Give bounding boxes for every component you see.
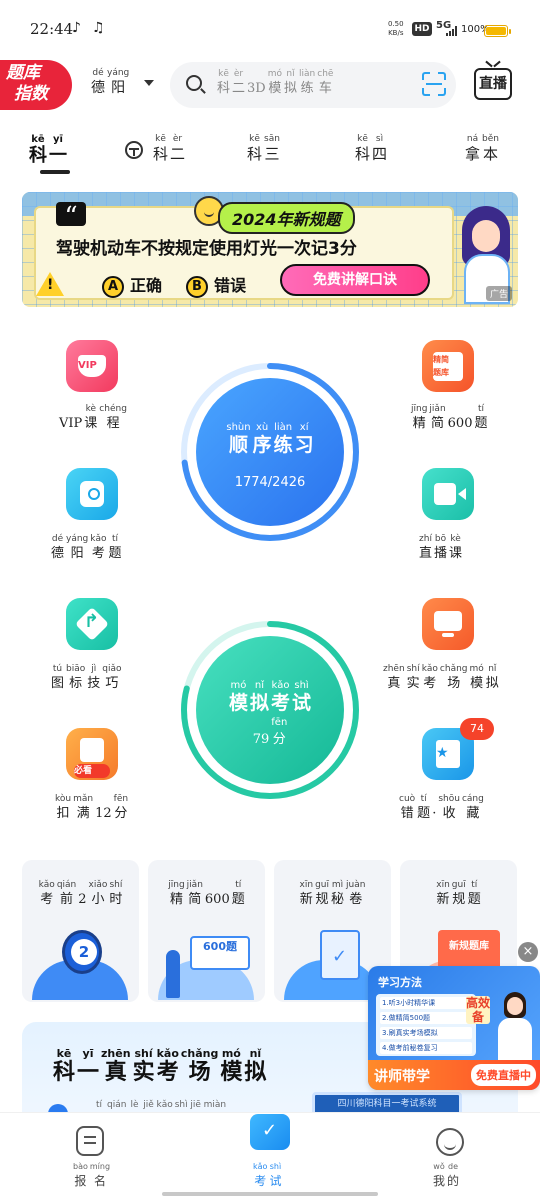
nav-register[interactable]: bào 报 míng 名 (72, 1161, 111, 1190)
vip-course-label[interactable]: VIP kè 课 chéng 程 (58, 404, 128, 433)
banner-tag: 2024年新规题 (218, 202, 355, 234)
exam-paper-illustration (284, 930, 380, 1000)
location-pin-icon[interactable] (66, 468, 118, 520)
music-note-icon: ♪ (72, 20, 81, 36)
exam-folder-icon[interactable] (250, 1114, 290, 1150)
home-indicator (162, 1192, 378, 1196)
checklist-icon[interactable]: 必看 (66, 728, 118, 780)
status-bar: 22:44 ♪ ♫ 0.50 KB/s HD 5G 100% (0, 0, 540, 60)
floating-promo[interactable]: 学习方法 1.听3小时精华课 2.做精简500题 3.刷真实考场模拟 4.做考前… (368, 966, 540, 1090)
app-screen: 22:44 ♪ ♫ 0.50 KB/s HD 5G 100% 题库 指数 dé 德… (0, 0, 540, 1200)
signal-icon (446, 26, 457, 36)
city-char: dé 德 (91, 68, 105, 96)
logo-line1: 题库 (6, 63, 40, 83)
search-input[interactable]: kē 科 èr 二 3D mó 模 nǐ 拟 liàn 练 chē 车 (170, 62, 456, 108)
tab-get-license[interactable]: ná 拿 běn 本 (464, 134, 500, 163)
vip-icon[interactable] (66, 340, 118, 392)
promo-step: 4.做考前秘卷复习 (380, 1042, 472, 1054)
nav-exam[interactable]: kǎo 考 shì 试 (252, 1161, 282, 1190)
video-camera-icon[interactable] (422, 468, 474, 520)
promo-live-button[interactable]: 免费直播中 (471, 1064, 536, 1086)
register-form-icon[interactable] (76, 1126, 104, 1156)
card-title: kǎo 考 qián 前 2 xiǎo 小 shí 时 (38, 880, 123, 907)
promo-step: 3.刷真实考场模拟 (380, 1027, 472, 1039)
steering-wheel-icon (125, 141, 143, 159)
monitor-icon[interactable] (422, 598, 474, 650)
profile-smile-icon[interactable] (436, 1128, 464, 1156)
subject-tabs: kē 科 yī 一 kē 科 èr 二 kē 科 sān 三 kē 科 sì 四 ná 拿 běn 本 (0, 134, 540, 174)
tiktok-icon: ♫ (92, 20, 105, 36)
wrong-count-badge: 74 (460, 718, 494, 740)
net-speed: 0.50 KB/s (388, 20, 404, 38)
net-speed-value: 0.50 (388, 20, 404, 28)
tab-subject-1[interactable]: kē 科 yī 一 (28, 134, 68, 167)
tab-subject-2[interactable]: kē 科 èr 二 (152, 134, 186, 163)
tab-subject-4[interactable]: kē 科 sì 四 (354, 134, 388, 163)
real-exam-sim-label[interactable]: zhēn 真 shí 实 kǎo 考 chǎng 场 mó 模 nǐ 拟 (382, 664, 500, 693)
deduct-12-label[interactable]: kòu 扣 mǎn 满 12 fēn 分 (54, 794, 129, 823)
net-speed-unit: KB/s (388, 29, 404, 37)
free-explain-button[interactable]: 免费讲解口诀 (280, 264, 430, 296)
logo-line2: 指数 (14, 84, 48, 104)
ad-tag: 广告 (485, 286, 512, 301)
promo-banner[interactable]: “ 2024年新规题 驾驶机动车不按规定使用灯光一次记3分 A正确 B错误 免费… (22, 192, 518, 307)
hd-badge: HD (412, 22, 432, 36)
card-title: jīng 精 jiǎn 简 600 tí 题 (168, 880, 245, 907)
city-char: yáng 阳 (107, 68, 130, 96)
close-icon[interactable]: × (518, 942, 538, 962)
chevron-down-icon (144, 80, 154, 86)
promo-steps: 1.听3小时精华课 2.做精简500题 3.刷真实考场模拟 4.做考前秘卷复习 (376, 994, 476, 1056)
card-2h-before-exam[interactable]: kǎo 考 qián 前 2 xiǎo 小 shí 时 (22, 860, 139, 1002)
sequential-practice-button[interactable]: shùn 顺 xù 序 liàn 练 xí 习 1774/2426 (210, 422, 330, 490)
active-tab-indicator (40, 170, 70, 174)
streamlined-bank-icon[interactable] (422, 340, 474, 392)
promo-left-label: 讲师带学 (374, 1069, 430, 1085)
search-icon (186, 75, 202, 91)
live-tv-button[interactable]: 直播 (474, 68, 512, 100)
card-title: xīn 新 guī 规 mì 秘 juàn 卷 (299, 880, 366, 907)
streamlined-600-label[interactable]: jīng 精 jiǎn 简 600 tí 题 (410, 404, 489, 433)
banner-question: 驾驶机动车不按规定使用灯光一次记3分 (56, 239, 357, 259)
sign-tips-label[interactable]: tú 图 biāo 标 jì 技 qiǎo 巧 (50, 664, 123, 693)
promo-title: 学习方法 (378, 976, 422, 989)
battery-icon (484, 25, 511, 37)
warning-icon (36, 272, 64, 296)
mock-exam-title: mó 模 nǐ 拟 kǎo 考 shì 试 (228, 680, 312, 714)
promo-step: 1.听3小时精华课 (380, 997, 472, 1009)
mock-card-title: kē 科 yī 一 zhēn 真 shí 实 kǎo 考 chǎng 场 mó 模 nǐ 拟 (53, 1047, 267, 1085)
scan-icon[interactable] (422, 72, 446, 96)
city-selector[interactable]: dé 德 yáng 阳 (90, 68, 154, 97)
stopwatch-illustration (32, 930, 128, 1000)
mock-exam-score: 79 fēn 分 (252, 717, 288, 747)
promo-step: 2.做精简500题 (380, 1012, 472, 1024)
local-questions-label[interactable]: dé 德 yáng 阳 kǎo 考 tí 题 (50, 534, 123, 563)
promo-cta-bar[interactable]: 讲师带学 免费直播中 (368, 1060, 540, 1090)
banner-option-b: B 错误 (186, 272, 246, 298)
mock-exam-button[interactable]: mó 模 nǐ 拟 kǎo 考 shì 试 79 fēn 分 (210, 680, 330, 752)
study-illustration: 600题 (158, 930, 254, 1000)
status-time: 22:44 (30, 20, 74, 38)
card-title: xīn 新 guī 规 tí 题 (436, 880, 481, 907)
must-see-badge: 必看 (74, 764, 110, 778)
teacher-photo (494, 992, 534, 1062)
promo-highlight: 高效备 (466, 996, 491, 1024)
card-streamlined-600[interactable]: jīng 精 jiǎn 简 600 tí 题 600题 (148, 860, 265, 1002)
app-logo[interactable]: 题库 指数 (0, 60, 72, 110)
tab-subject-3[interactable]: kē 科 sān 三 (246, 134, 281, 163)
nav-mine[interactable]: wǒ 我 de 的 (432, 1161, 460, 1190)
quote-icon: “ (56, 202, 86, 232)
road-sign-icon[interactable] (66, 598, 118, 650)
live-course-label[interactable]: zhí 直 bō 播 kè 课 (418, 534, 463, 563)
sequential-practice-title: shùn 顺 xù 序 liàn 练 xí 习 (226, 422, 314, 456)
search-placeholder: kē 科 èr 二 3D mó 模 nǐ 拟 liàn 练 chē 车 (217, 69, 334, 96)
sequential-progress-text: 1774/2426 (234, 475, 306, 490)
banner-option-a: A 正确 (102, 272, 162, 298)
wrong-favorites-label[interactable]: cuò 错 tí 题 · shōu 收 cáng 藏 (398, 794, 485, 823)
